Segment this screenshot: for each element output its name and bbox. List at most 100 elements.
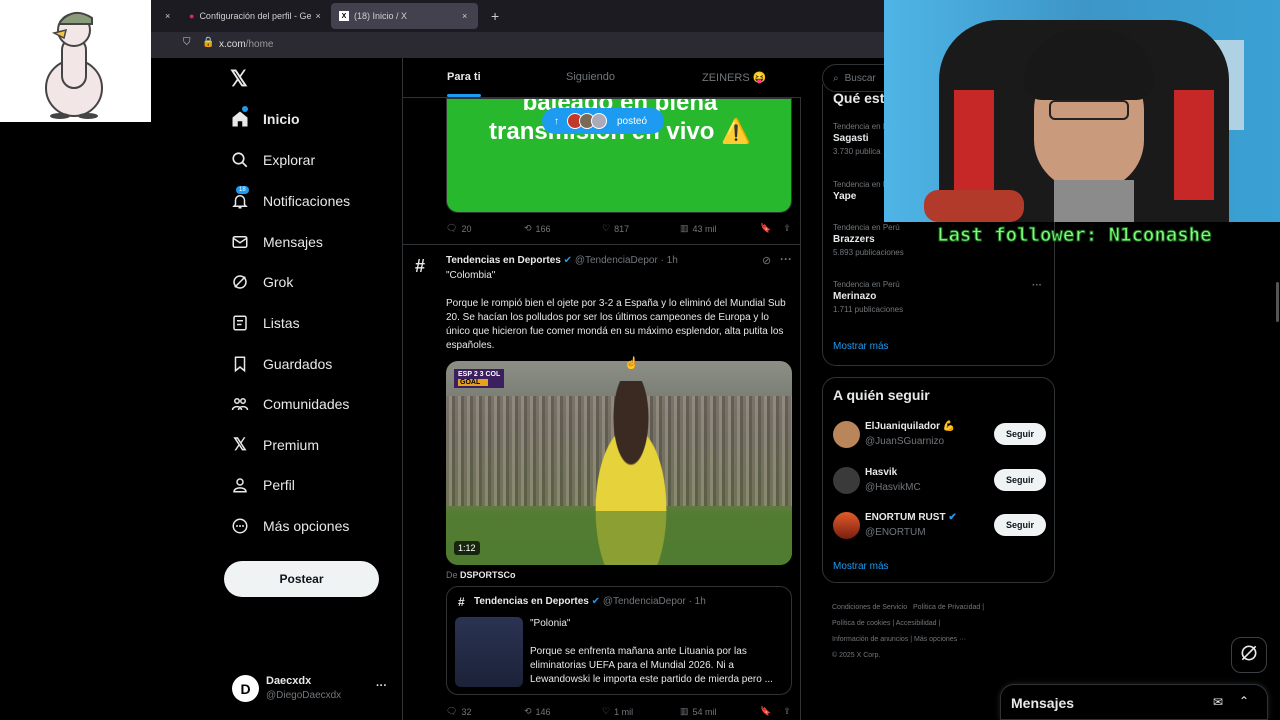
- divider: [403, 244, 801, 245]
- who-to-follow-title: A quién seguir: [833, 387, 930, 403]
- views-button[interactable]: ▥ 54 mil: [680, 706, 760, 717]
- browser-tab-x[interactable]: X (18) Inicio / X ×: [331, 3, 478, 29]
- footer-link[interactable]: Condiciones de Servicio: [832, 604, 907, 611]
- follow-button[interactable]: Seguir: [994, 423, 1046, 445]
- browser-tab-close-left[interactable]: ×: [157, 3, 177, 29]
- trend-more-icon[interactable]: ···: [1032, 280, 1042, 291]
- footer-link[interactable]: Más opciones ···: [914, 636, 966, 643]
- tweet-video[interactable]: ESP 2 3 COL GOAL 1:12: [446, 361, 792, 565]
- account-more-icon[interactable]: ···: [376, 680, 387, 692]
- mouse-cursor-icon: ☝: [624, 356, 639, 370]
- reply-icon: 🗨: [446, 223, 458, 233]
- webcam-overlay: [884, 0, 1280, 222]
- tab-siguiendo[interactable]: Siguiendo: [566, 71, 615, 83]
- nav-item-perfil[interactable]: Perfil: [230, 470, 295, 500]
- repost-button[interactable]: ⟲ 166: [524, 223, 602, 234]
- grok-icon: [1239, 643, 1259, 668]
- nav-item-premium[interactable]: 𝕏 Premium: [230, 430, 319, 460]
- tweet-time[interactable]: · 1h: [661, 255, 678, 266]
- address-bar[interactable]: ⛉ 🔒 x.com/home: [151, 32, 884, 58]
- follow-button[interactable]: Seguir: [994, 469, 1046, 491]
- quoted-author-name: Tendencias en Deportes: [474, 596, 589, 607]
- nav-item-listas[interactable]: Listas: [230, 308, 300, 338]
- new-tab-button[interactable]: +: [483, 3, 507, 29]
- tweet-author-handle[interactable]: @TendenciaDepor: [575, 255, 658, 266]
- quoted-thumbnail: [455, 617, 523, 687]
- like-button[interactable]: ♡ 817: [602, 223, 680, 234]
- footer-link[interactable]: Información de anuncios: [832, 636, 908, 643]
- new-posts-pill[interactable]: ↑ posteó: [542, 108, 664, 134]
- video-duration: 1:12: [454, 541, 480, 555]
- copyright: © 2025 X Corp.: [832, 652, 881, 659]
- trend-item[interactable]: Tendencia en P Sagasti 3.730 publica: [833, 122, 888, 156]
- account-switcher[interactable]: D Daecxdx @DiegoDaecxdx ···: [230, 672, 395, 706]
- views-button[interactable]: ▥ 43 mil: [680, 223, 760, 234]
- tweet-avatar-hash[interactable]: #: [415, 256, 439, 280]
- share-icon[interactable]: ⇪: [783, 706, 791, 717]
- more-icon[interactable]: ···: [780, 252, 792, 266]
- who-to-follow-panel: A quién seguir ElJuaniquilador 💪 @JuanSG…: [822, 377, 1055, 583]
- reply-button[interactable]: 🗨 20: [446, 223, 524, 234]
- new-message-icon[interactable]: ✉: [1213, 695, 1223, 709]
- search-placeholder: Buscar: [844, 72, 876, 84]
- bookmark-icon[interactable]: 🔖: [760, 706, 771, 717]
- footer-link[interactable]: Política de Privacidad: [913, 604, 980, 611]
- trend-item[interactable]: Tendencia en Perú Brazzers 5.893 publica…: [833, 223, 904, 257]
- show-more-trends[interactable]: Mostrar más: [833, 341, 889, 352]
- avatar: [833, 467, 860, 494]
- grok-icon[interactable]: ⊘: [762, 254, 771, 267]
- quoted-tweet[interactable]: # Tendencias en Deportes ✔ @TendenciaDep…: [446, 586, 792, 695]
- x-favicon-icon: X: [339, 11, 349, 21]
- source-link[interactable]: DSPORTSCo: [460, 570, 516, 580]
- person-shirt: [1054, 180, 1134, 222]
- glasses: [1049, 100, 1129, 120]
- close-icon[interactable]: ×: [315, 11, 320, 21]
- nav-item-mensajes[interactable]: Mensajes: [230, 227, 323, 257]
- nav-item-comunidades[interactable]: Comunidades: [230, 389, 349, 419]
- nav-item-notificaciones[interactable]: 18 Notificaciones: [230, 186, 350, 216]
- close-icon[interactable]: ×: [462, 11, 467, 21]
- nav-item-explorar[interactable]: Explorar: [230, 145, 315, 175]
- x-logo-icon[interactable]: 𝕏: [230, 66, 248, 92]
- quoted-title: "Polonia": [530, 618, 571, 629]
- pill-label: posteó: [617, 115, 648, 127]
- heart-icon: ♡: [602, 706, 611, 716]
- last-follower-label: Last follower: N1conashe: [937, 224, 1213, 247]
- mail-icon: [230, 232, 250, 252]
- grok-float-button[interactable]: [1231, 637, 1267, 673]
- chair-red: [1174, 90, 1214, 200]
- quoted-header: Tendencias en Deportes ✔ @TendenciaDepor…: [474, 596, 706, 607]
- tab-para-ti[interactable]: Para ti: [447, 71, 481, 83]
- trend-item[interactable]: Tendencia en Perú Merinazo 1.711 publica…: [833, 280, 903, 314]
- verified-icon: ✔: [591, 596, 601, 607]
- trend-item[interactable]: Tendencia en P Yape: [833, 180, 888, 202]
- tweet-author-name[interactable]: Tendencias en Deportes: [446, 255, 561, 266]
- follow-button[interactable]: Seguir: [994, 514, 1046, 536]
- show-more-follow[interactable]: Mostrar más: [833, 561, 889, 572]
- tab-zeiners[interactable]: ZEINERS 😝: [702, 71, 766, 84]
- share-icon[interactable]: ⇪: [783, 223, 791, 234]
- footer-link[interactable]: Accesibilidad: [896, 620, 937, 627]
- footer-link[interactable]: Política de cookies: [832, 620, 890, 627]
- reply-icon: 🗨: [446, 706, 458, 716]
- bookmark-icon[interactable]: 🔖: [760, 223, 771, 234]
- browser-tab-geo[interactable]: ● Configuración del perfil - GeoG ×: [181, 3, 331, 29]
- repost-button[interactable]: ⟲ 146: [524, 706, 602, 717]
- like-button[interactable]: ♡ 1 mil: [602, 706, 680, 717]
- nav-item-inicio[interactable]: Inicio: [230, 104, 300, 134]
- follow-suggestion[interactable]: ElJuaniquilador 💪 @JuanSGuarnizo Seguir: [823, 418, 1056, 452]
- chair-red: [954, 90, 994, 200]
- page-scrollbar[interactable]: [1276, 282, 1279, 322]
- nav-item-mas-opciones[interactable]: Más opciones: [230, 511, 349, 541]
- timeline[interactable]: Para ti Siguiendo ZEINERS 😝 baleado en p…: [402, 58, 801, 720]
- nav-item-guardados[interactable]: Guardados: [230, 349, 332, 379]
- follow-suggestion[interactable]: Hasvik @HasvikMC Seguir: [823, 464, 1056, 498]
- nav-item-grok[interactable]: Grok: [230, 267, 293, 297]
- tweet-body: Porque le rompió bien el ojete por 3-2 a…: [446, 298, 786, 351]
- post-button[interactable]: Postear: [224, 561, 379, 597]
- chevron-up-icon[interactable]: ⌃: [1239, 694, 1249, 708]
- reply-button[interactable]: 🗨 32: [446, 706, 524, 717]
- follow-suggestion[interactable]: ENORTUM RUST ✔ @ENORTUM Seguir: [823, 509, 1056, 543]
- messages-drawer[interactable]: Mensajes ✉ ⌃: [1000, 684, 1268, 720]
- quoted-time: · 1h: [688, 596, 706, 607]
